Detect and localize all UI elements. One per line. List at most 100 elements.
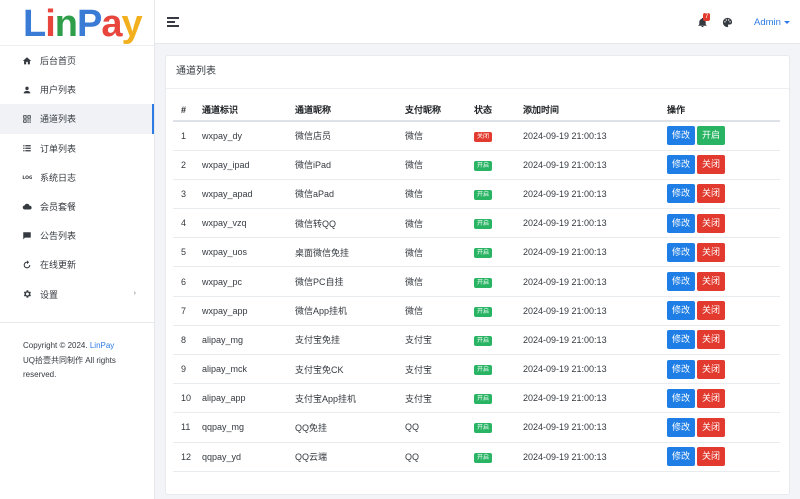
sidebar-item-label: 设置 <box>40 289 59 300</box>
added-time: 2024-09-19 21:00:13 <box>523 208 667 239</box>
logo-letter: i <box>45 3 56 45</box>
table-row: 6 wxpay_pc 微信PC自挂 微信 开启 2024-09-19 21:00:13 修改… <box>173 266 780 297</box>
copyright-text: Copyright © 2024. <box>23 341 88 350</box>
logo-letter: a <box>101 3 122 45</box>
channel-name: 桌面微信免挂 <box>295 237 405 268</box>
table-row: 2 wxpay_ipad 微信iPad 微信 开启 2024-09-19 21:00:13… <box>173 150 780 180</box>
actions-cell: 修改 关闭 <box>667 150 780 180</box>
channel-key: wxpay_vzq <box>202 208 295 239</box>
sidebar-nav: 后台首页 用户列表 通道列表订单列表 LOG 系统日志会员套餐公告列表 在线更新 设置 › <box>0 45 154 309</box>
edit-button[interactable]: 修改 <box>667 184 695 204</box>
status-cell: 开启 <box>474 179 523 210</box>
enable-button[interactable]: 开启 <box>697 126 725 146</box>
table-row: 4 wxpay_vzq 微信转QQ 微信 开启 2024-09-19 21:00:13 修改… <box>173 208 780 239</box>
sidebar-item-7[interactable]: 公告列表 <box>0 221 154 250</box>
edit-button[interactable]: 修改 <box>667 330 695 350</box>
log-icon: LOG <box>22 172 32 182</box>
theme-palette-icon[interactable] <box>722 17 733 28</box>
channel-name: 支付宝App挂机 <box>295 383 405 414</box>
status-badge: 开启 <box>474 189 493 200</box>
sidebar-item-6[interactable]: 会员套餐 <box>0 192 154 221</box>
menu-toggle-icon[interactable] <box>167 17 179 27</box>
edit-button[interactable]: 修改 <box>667 301 695 321</box>
edit-button[interactable]: 修改 <box>667 155 695 175</box>
edit-button[interactable]: 修改 <box>667 213 695 233</box>
added-time: 2024-09-19 21:00:13 <box>523 237 667 268</box>
sidebar-item-5[interactable]: LOG 系统日志 <box>0 163 154 192</box>
status-cell: 开启 <box>474 208 523 239</box>
admin-label: Admin <box>754 17 781 28</box>
channel-key: alipay_app <box>202 383 295 414</box>
notification-badge: 7 <box>703 13 711 21</box>
actions-cell: 修改 关闭 <box>667 296 780 326</box>
chevron-down-icon <box>783 20 790 24</box>
sidebar-item-4[interactable]: 订单列表 <box>0 134 154 163</box>
edit-button[interactable]: 修改 <box>667 126 695 146</box>
status-badge: 开启 <box>474 423 493 434</box>
sidebar-item-label: 订单列表 <box>40 143 77 154</box>
channel-name: 微信App挂机 <box>295 296 405 326</box>
edit-button[interactable]: 修改 <box>667 388 695 408</box>
channel-name: 微信aPad <box>295 179 405 210</box>
edit-button[interactable]: 修改 <box>667 272 695 292</box>
column-header: 操作 <box>667 99 780 122</box>
actions-cell: 修改 关闭 <box>667 179 780 210</box>
sidebar-item-9[interactable]: 设置 › <box>0 280 154 309</box>
pay-name: 微信 <box>405 121 474 151</box>
disable-button[interactable]: 关闭 <box>697 155 725 175</box>
row-id: 3 <box>173 179 202 210</box>
logo-letter: P <box>77 3 102 45</box>
row-id: 2 <box>173 150 202 180</box>
channel-name: 支付宝免CK <box>295 354 405 385</box>
table-row: 11 qqpay_mg QQ免挂 QQ 开启 2024-09-19 21:00:13 修改关… <box>173 412 780 443</box>
status-cell: 开启 <box>474 354 523 385</box>
disable-button[interactable]: 关闭 <box>697 242 725 262</box>
disable-button[interactable]: 关闭 <box>697 272 725 292</box>
row-id: 5 <box>173 237 202 268</box>
disable-button[interactable]: 关闭 <box>697 184 725 204</box>
edit-button[interactable]: 修改 <box>667 359 695 379</box>
channel-list-card: 通道列表 # 通道标识 通道昵称 支付昵称 状态 添加时间 操作 1 wxpay_dy 微信店员… <box>165 55 790 495</box>
status-cell: 开启 <box>474 296 523 326</box>
status-cell: 开启 <box>474 150 523 180</box>
sidebar-item-3[interactable]: 通道列表 <box>0 104 154 134</box>
admin-dropdown[interactable]: Admin <box>754 17 790 28</box>
sidebar-item-8[interactable]: 在线更新 <box>0 250 154 279</box>
channel-key: wxpay_dy <box>202 121 295 151</box>
footer-brand-link[interactable]: LinPay <box>90 341 114 350</box>
channel-key: wxpay_uos <box>202 237 295 268</box>
disable-button[interactable]: 关闭 <box>697 301 725 321</box>
home-icon <box>22 56 32 66</box>
refresh-icon <box>22 260 32 270</box>
logo-letter: y <box>121 3 143 45</box>
user-icon <box>22 85 32 95</box>
disable-button[interactable]: 关闭 <box>697 417 725 437</box>
edit-button[interactable]: 修改 <box>667 417 695 437</box>
added-time: 2024-09-19 21:00:13 <box>523 442 667 472</box>
actions-cell: 修改 关闭 <box>667 442 780 472</box>
disable-button[interactable]: 关闭 <box>697 213 725 233</box>
pay-name: 微信 <box>405 179 474 210</box>
linpay-logo[interactable]: LinPay <box>0 0 154 45</box>
sidebar-item-label: 会员套餐 <box>40 202 77 213</box>
disable-button[interactable]: 关闭 <box>697 447 725 467</box>
pay-name: 支付宝 <box>405 383 474 414</box>
column-header: 添加时间 <box>523 99 667 122</box>
channel-name: 微信PC自挂 <box>295 266 405 297</box>
pay-name: 微信 <box>405 208 474 239</box>
notification-bell-icon[interactable]: 7 <box>697 13 711 29</box>
added-time: 2024-09-19 21:00:13 <box>523 121 667 151</box>
actions-cell: 修改 关闭 <box>667 325 780 356</box>
table-row: 12 qqpay_yd QQ云端 QQ 开启 2024-09-19 21:00:13 修改关… <box>173 442 780 472</box>
comment-icon <box>22 231 32 241</box>
edit-button[interactable]: 修改 <box>667 447 695 467</box>
status-badge: 开启 <box>474 219 493 230</box>
footer-credit: UQ拾壹共同制作 All rights <box>23 355 116 365</box>
disable-button[interactable]: 关闭 <box>697 359 725 379</box>
edit-button[interactable]: 修改 <box>667 242 695 262</box>
channel-key: wxpay_ipad <box>202 150 295 180</box>
disable-button[interactable]: 关闭 <box>697 388 725 408</box>
disable-button[interactable]: 关闭 <box>697 330 725 350</box>
sidebar-item-2[interactable]: 用户列表 <box>0 75 154 104</box>
sidebar-item-1[interactable]: 后台首页 <box>0 46 154 75</box>
